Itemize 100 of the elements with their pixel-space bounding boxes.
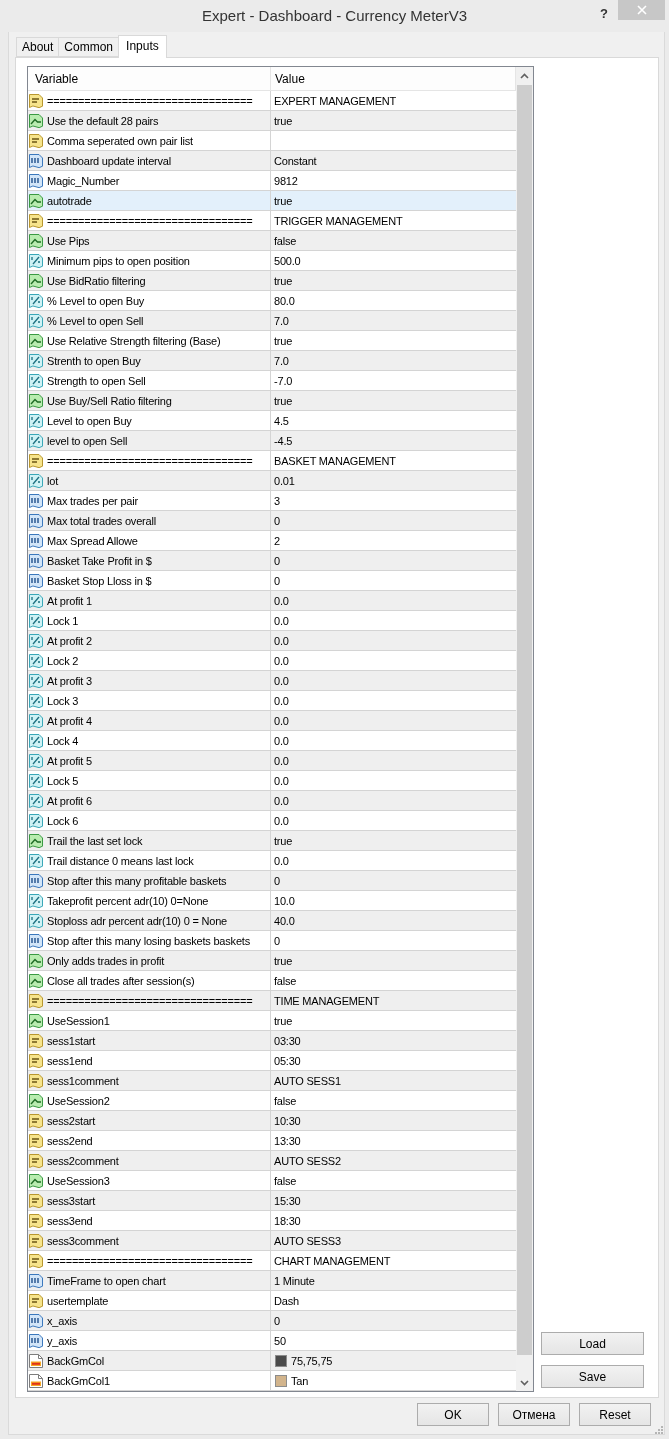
table-row[interactable]: Takeprofit percent adr(10) 0=None 10.0	[28, 891, 516, 911]
table-row[interactable]: y_axis 50	[28, 1331, 516, 1351]
table-row[interactable]: Lock 1 0.0	[28, 611, 516, 631]
column-header[interactable]: Value	[271, 67, 516, 91]
table-row[interactable]: Lock 4 0.0	[28, 731, 516, 751]
dialog-button[interactable]: OK	[417, 1403, 489, 1426]
variable-name: sess1comment	[47, 1073, 119, 1088]
table-row[interactable]: Trail the last set lock true	[28, 831, 516, 851]
string-type-icon	[28, 1192, 44, 1209]
table-row[interactable]: At profit 2 0.0	[28, 631, 516, 651]
side-button[interactable]: Load	[541, 1332, 644, 1355]
table-row[interactable]: ================================= EXPERT MANAGEMENT	[28, 91, 516, 111]
dialog-button[interactable]: Reset	[579, 1403, 651, 1426]
scrollbar-thumb[interactable]	[517, 85, 532, 1355]
table-row[interactable]: Use Relative Strength filtering (Base) true	[28, 331, 516, 351]
table-row[interactable]: sess3end 18:30	[28, 1211, 516, 1231]
table-row[interactable]: Strenth to open Buy 7.0	[28, 351, 516, 371]
table-row[interactable]: Lock 3 0.0	[28, 691, 516, 711]
table-row[interactable]: Stoploss adr percent adr(10) 0 = None 40.0	[28, 911, 516, 931]
window-title: Expert - Dashboard - Currency MeterV3	[201, 7, 468, 25]
boolean-type-icon	[28, 972, 44, 989]
variable-value: 0.0	[274, 773, 289, 788]
table-row[interactable]: x_axis 0	[28, 1311, 516, 1331]
tab[interactable]: Common	[58, 37, 120, 57]
variable-value: 3	[274, 493, 280, 508]
integer-type-icon	[28, 512, 44, 529]
table-row[interactable]: Stop after this many profitable baskets 0	[28, 871, 516, 891]
table-row[interactable]: Magic_Number 9812	[28, 171, 516, 191]
table-row[interactable]: Max trades per pair 3	[28, 491, 516, 511]
table-row[interactable]: ================================= BASKET MANAGEMENT	[28, 451, 516, 471]
double-type-icon	[28, 372, 44, 389]
variable-value: 40.0	[274, 913, 295, 928]
table-row[interactable]: At profit 1 0.0	[28, 591, 516, 611]
table-row[interactable]: Max total trades overall 0	[28, 511, 516, 531]
table-row[interactable]: BackGmCol 75,75,75	[28, 1351, 516, 1371]
table-row[interactable]: Only adds trades in profit true	[28, 951, 516, 971]
table-row[interactable]: % Level to open Buy 80.0	[28, 291, 516, 311]
variable-value: -7.0	[274, 373, 293, 388]
table-row[interactable]: lot 0.01	[28, 471, 516, 491]
table-row[interactable]: At profit 5 0.0	[28, 751, 516, 771]
variable-value: 0.0	[274, 593, 289, 608]
side-button[interactable]: Save	[541, 1365, 644, 1388]
table-row[interactable]: sess3comment AUTO SESS3	[28, 1231, 516, 1251]
table-row[interactable]: sess2start 10:30	[28, 1111, 516, 1131]
column-header[interactable]: Variable	[28, 67, 271, 91]
table-row[interactable]: Minimum pips to open position 500.0	[28, 251, 516, 271]
table-row[interactable]: At profit 6 0.0	[28, 791, 516, 811]
table-row[interactable]: autotrade true	[28, 191, 516, 211]
table-row[interactable]: level to open Sell -4.5	[28, 431, 516, 451]
help-button[interactable]: ?	[600, 7, 608, 21]
variable-name: usertemplate	[47, 1293, 109, 1308]
table-row[interactable]: Stop after this many losing baskets baskets 0	[28, 931, 516, 951]
resize-grip-icon[interactable]	[655, 1426, 663, 1434]
table-row[interactable]: Use BidRatio filtering true	[28, 271, 516, 291]
table-row[interactable]: UseSession1 true	[28, 1011, 516, 1031]
table-row[interactable]: sess1comment AUTO SESS1	[28, 1071, 516, 1091]
table-row[interactable]: Strength to open Sell -7.0	[28, 371, 516, 391]
close-button[interactable]	[618, 0, 665, 20]
table-row[interactable]: % Level to open Sell 7.0	[28, 311, 516, 331]
variable-value: 0	[274, 873, 280, 888]
table-row[interactable]: Use Pips false	[28, 231, 516, 251]
table-row[interactable]: Basket Stop Lloss in $ 0	[28, 571, 516, 591]
table-row[interactable]: ================================= TIME MANAGEMENT	[28, 991, 516, 1011]
double-type-icon	[28, 252, 44, 269]
table-row[interactable]: sess2comment AUTO SESS2	[28, 1151, 516, 1171]
table-row[interactable]: At profit 3 0.0	[28, 671, 516, 691]
scrollbar[interactable]	[516, 67, 533, 1391]
table-row[interactable]: Dashboard update interval Constant	[28, 151, 516, 171]
table-row[interactable]: Lock 6 0.0	[28, 811, 516, 831]
table-row[interactable]: UseSession3 false	[28, 1171, 516, 1191]
table-row[interactable]: ================================= CHART MANAGEMENT	[28, 1251, 516, 1271]
table-row[interactable]: Level to open Buy 4.5	[28, 411, 516, 431]
table-row[interactable]: sess1start 03:30	[28, 1031, 516, 1051]
variable-name: Only adds trades in profit	[47, 953, 165, 968]
variable-name: sess2start	[47, 1113, 96, 1128]
table-row[interactable]: Trail distance 0 means last lock 0.0	[28, 851, 516, 871]
table-row[interactable]: sess3start 15:30	[28, 1191, 516, 1211]
table-row[interactable]: Use Buy/Sell Ratio filtering true	[28, 391, 516, 411]
boolean-type-icon	[28, 1092, 44, 1109]
table-row[interactable]: sess2end 13:30	[28, 1131, 516, 1151]
table-row[interactable]: TimeFrame to open chart 1 Minute	[28, 1271, 516, 1291]
table-row[interactable]: Lock 2 0.0	[28, 651, 516, 671]
table-row[interactable]: UseSession2 false	[28, 1091, 516, 1111]
variable-name: sess2end	[47, 1133, 93, 1148]
integer-type-icon	[28, 552, 44, 569]
table-row[interactable]: At profit 4 0.0	[28, 711, 516, 731]
table-row[interactable]: Max Spread Allowe 2	[28, 531, 516, 551]
tab[interactable]: About	[16, 37, 60, 57]
table-row[interactable]: ================================= TRIGGER MANAGEMENT	[28, 211, 516, 231]
table-row[interactable]: Basket Take Profit in $ 0	[28, 551, 516, 571]
table-row[interactable]: Lock 5 0.0	[28, 771, 516, 791]
table-row[interactable]: BackGmCol1 Tan	[28, 1371, 516, 1391]
dialog-button[interactable]: Отмена	[498, 1403, 570, 1426]
tab[interactable]: Inputs	[118, 35, 167, 58]
table-row[interactable]: Close all trades after session(s) false	[28, 971, 516, 991]
table-row[interactable]: Use the default 28 pairs true	[28, 111, 516, 131]
table-row[interactable]: sess1end 05:30	[28, 1051, 516, 1071]
table-row[interactable]: Comma seperated own pair list	[28, 131, 516, 151]
table-row[interactable]: usertemplate Dash	[28, 1291, 516, 1311]
variable-name: % Level to open Sell	[47, 313, 144, 328]
